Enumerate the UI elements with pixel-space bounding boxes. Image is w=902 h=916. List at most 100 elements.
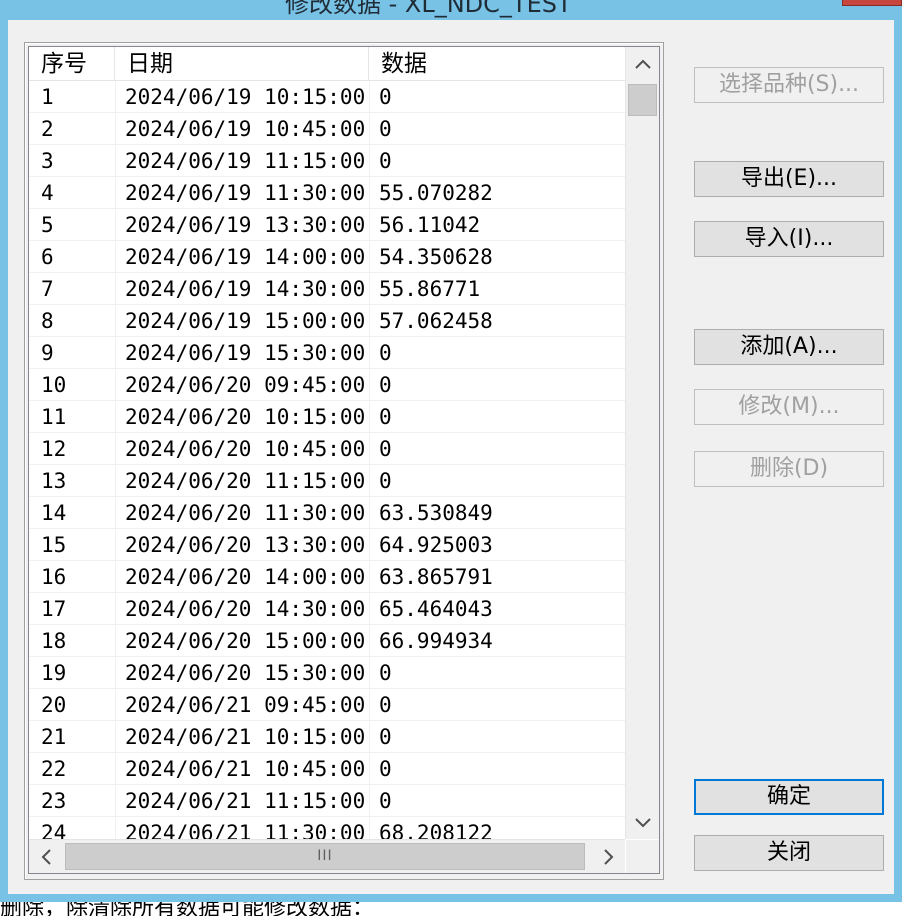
row-date: 2024/06/19 14:30:00: [125, 277, 365, 301]
row-date: 2024/06/20 14:00:00: [125, 565, 365, 589]
row-date: 2024/06/19 14:00:00: [125, 245, 365, 269]
export-button[interactable]: 导出(E)...: [694, 161, 884, 197]
row-date: 2024/06/20 11:15:00: [125, 469, 365, 493]
row-date: 2024/06/20 09:45:00: [125, 373, 365, 397]
row-index: 4: [41, 181, 54, 205]
scrollbar-corner: [626, 840, 659, 873]
table-row[interactable]: 2 2024/06/19 10:45:00 0: [29, 113, 625, 145]
row-value: 55.070282: [379, 181, 493, 205]
row-index: 18: [41, 629, 67, 653]
vertical-scroll-thumb[interactable]: [628, 84, 657, 116]
row-index: 12: [41, 437, 67, 461]
column-header-data[interactable]: 数据: [369, 47, 625, 80]
row-index: 22: [41, 757, 67, 781]
row-value: 56.11042: [379, 213, 481, 237]
row-date: 2024/06/20 13:30:00: [125, 533, 365, 557]
row-date: 2024/06/21 09:45:00: [125, 693, 365, 717]
dialog-window: 修改数据 - XL_NDC_TEST 序号 日期 数据 1 2024/06/19 …: [0, 0, 902, 902]
row-value: 55.86771: [379, 277, 481, 301]
window-bottom-border: [0, 894, 902, 902]
table-row[interactable]: 9 2024/06/19 15:30:00 0: [29, 337, 625, 369]
modify-button[interactable]: 修改(M)...: [694, 389, 884, 425]
row-index: 19: [41, 661, 67, 685]
table-row[interactable]: 23 2024/06/21 11:15:00 0: [29, 785, 625, 817]
chevron-down-icon[interactable]: [626, 806, 659, 839]
table-row[interactable]: 21 2024/06/21 10:15:00 0: [29, 721, 625, 753]
row-date: 2024/06/20 10:45:00: [125, 437, 365, 461]
row-index: 5: [41, 213, 54, 237]
select-variety-button[interactable]: 选择品种(S)...: [694, 67, 884, 103]
row-value: 0: [379, 373, 392, 397]
table-row[interactable]: 15 2024/06/20 13:30:00 64.925003: [29, 529, 625, 561]
window-title: 修改数据 - XL_NDC_TEST: [285, 0, 572, 18]
row-index: 7: [41, 277, 54, 301]
close-button[interactable]: 关闭: [694, 835, 884, 871]
close-icon[interactable]: [842, 0, 902, 6]
table-row[interactable]: 7 2024/06/19 14:30:00 55.86771: [29, 273, 625, 305]
row-value: 0: [379, 341, 392, 365]
row-date: 2024/06/21 10:15:00: [125, 725, 365, 749]
table-row[interactable]: 1 2024/06/19 10:15:00 0: [29, 81, 625, 113]
table-row[interactable]: 8 2024/06/19 15:00:00 57.062458: [29, 305, 625, 337]
row-index: 13: [41, 469, 67, 493]
horizontal-scroll-thumb[interactable]: III: [65, 843, 585, 870]
table-row[interactable]: 16 2024/06/20 14:00:00 63.865791: [29, 561, 625, 593]
table-row[interactable]: 3 2024/06/19 11:15:00 0: [29, 145, 625, 177]
table-row[interactable]: 6 2024/06/19 14:00:00 54.350628: [29, 241, 625, 273]
chevron-right-icon[interactable]: [592, 840, 625, 873]
ok-button[interactable]: 确定: [694, 779, 884, 815]
row-index: 6: [41, 245, 54, 269]
row-date: 2024/06/19 11:30:00: [125, 181, 365, 205]
row-index: 16: [41, 565, 67, 589]
background-text: 删除，除清除所有数据可能修改数据：: [0, 902, 375, 916]
data-list[interactable]: 序号 日期 数据 1 2024/06/19 10:15:00 0 2 2024/06/1…: [28, 46, 660, 874]
row-index: 23: [41, 789, 67, 813]
import-button[interactable]: 导入(I)...: [694, 221, 884, 257]
row-date: 2024/06/20 10:15:00: [125, 405, 365, 429]
table-row[interactable]: 13 2024/06/20 11:15:00 0: [29, 465, 625, 497]
row-value: 0: [379, 469, 392, 493]
row-date: 2024/06/19 15:00:00: [125, 309, 365, 333]
row-value: 0: [379, 405, 392, 429]
table-row[interactable]: 19 2024/06/20 15:30:00 0: [29, 657, 625, 689]
column-header-date[interactable]: 日期: [115, 47, 369, 80]
table-row[interactable]: 4 2024/06/19 11:30:00 55.070282: [29, 177, 625, 209]
row-index: 10: [41, 373, 67, 397]
row-value: 0: [379, 149, 392, 173]
row-index: 15: [41, 533, 67, 557]
vertical-scrollbar[interactable]: [625, 47, 659, 839]
table-row[interactable]: 14 2024/06/20 11:30:00 63.530849: [29, 497, 625, 529]
row-date: 2024/06/20 14:30:00: [125, 597, 365, 621]
row-value: 65.464043: [379, 597, 493, 621]
title-bar[interactable]: 修改数据 - XL_NDC_TEST: [0, 0, 902, 20]
table-row[interactable]: 11 2024/06/20 10:15:00 0: [29, 401, 625, 433]
row-date: 2024/06/19 15:30:00: [125, 341, 365, 365]
table-row[interactable]: 10 2024/06/20 09:45:00 0: [29, 369, 625, 401]
delete-button[interactable]: 删除(D): [694, 451, 884, 487]
row-date: 2024/06/21 11:15:00: [125, 789, 365, 813]
row-index: 20: [41, 693, 67, 717]
table-row[interactable]: 18 2024/06/20 15:00:00 66.994934: [29, 625, 625, 657]
row-date: 2024/06/21 10:45:00: [125, 757, 365, 781]
row-value: 0: [379, 757, 392, 781]
row-value: 0: [379, 117, 392, 141]
column-header-index[interactable]: 序号: [29, 47, 115, 80]
table-row[interactable]: 20 2024/06/21 09:45:00 0: [29, 689, 625, 721]
row-value: 63.865791: [379, 565, 493, 589]
row-value: 66.994934: [379, 629, 493, 653]
row-value: 54.350628: [379, 245, 493, 269]
add-button[interactable]: 添加(A)...: [694, 329, 884, 365]
horizontal-scrollbar[interactable]: III: [29, 839, 625, 873]
table-row[interactable]: 5 2024/06/19 13:30:00 56.11042: [29, 209, 625, 241]
chevron-up-icon[interactable]: [626, 47, 659, 80]
table-row[interactable]: 22 2024/06/21 10:45:00 0: [29, 753, 625, 785]
table-row[interactable]: 12 2024/06/20 10:45:00 0: [29, 433, 625, 465]
table-row[interactable]: 17 2024/06/20 14:30:00 65.464043: [29, 593, 625, 625]
row-index: 8: [41, 309, 54, 333]
row-value: 0: [379, 85, 392, 109]
chevron-left-icon[interactable]: [29, 840, 62, 873]
row-value: 63.530849: [379, 501, 493, 525]
row-date: 2024/06/20 15:00:00: [125, 629, 365, 653]
row-date: 2024/06/19 10:15:00: [125, 85, 365, 109]
row-date: 2024/06/19 13:30:00: [125, 213, 365, 237]
